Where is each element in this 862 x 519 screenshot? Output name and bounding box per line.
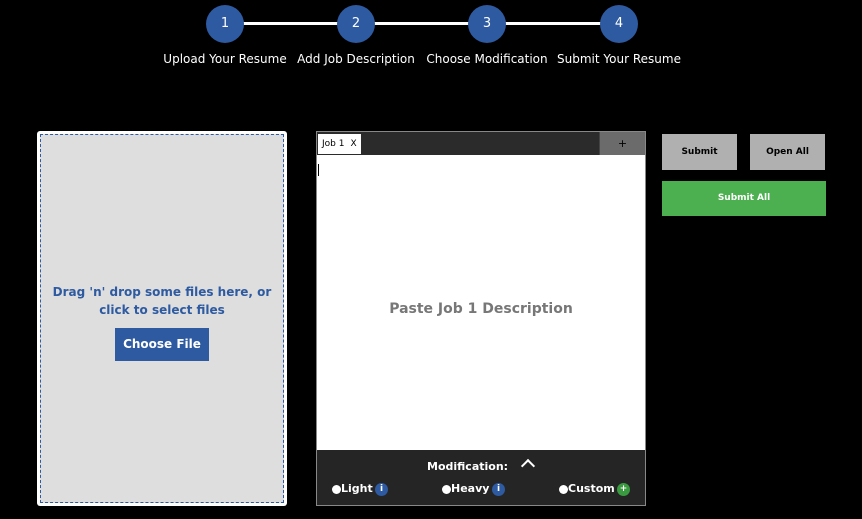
step-circle-2: 2 (337, 5, 375, 43)
file-dropzone[interactable]: Drag 'n' drop some files here, or click … (40, 134, 284, 503)
text-cursor (318, 164, 319, 176)
job-description-textarea-placeholder[interactable]: Paste Job 1 Description (317, 298, 645, 320)
step-label-2: Add Job Description (297, 52, 415, 66)
close-tab-button[interactable]: X (350, 139, 356, 149)
step-label-4: Submit Your Resume (557, 52, 681, 66)
radio-label-light[interactable]: Light (341, 482, 373, 495)
open-all-button[interactable]: Open All (750, 134, 825, 170)
step-circle-3: 3 (468, 5, 506, 43)
plus-icon[interactable]: + (617, 483, 630, 496)
radio-label-heavy[interactable]: Heavy (451, 482, 489, 495)
radio-light[interactable] (332, 485, 341, 494)
step-label-1: Upload Your Resume (163, 52, 287, 66)
job-description-panel: Job 1 X + Paste Job 1 Description Modific… (316, 131, 646, 506)
submit-button[interactable]: Submit (662, 134, 737, 170)
info-icon[interactable]: i (492, 483, 505, 496)
tab-job-1[interactable]: Job 1 X (318, 134, 361, 154)
progress-stepper: 1 2 3 4 Upload Your Resume Add Job Descr… (0, 0, 862, 80)
modification-title: Modification: (427, 460, 509, 473)
add-job-tab-button[interactable]: + (599, 132, 645, 155)
dropzone-instructions: Drag 'n' drop some files here, or click … (52, 285, 272, 317)
step-circle-1: 1 (206, 5, 244, 43)
stepper-connector (225, 22, 618, 25)
radio-heavy[interactable] (442, 485, 451, 494)
submit-all-button[interactable]: Submit All (662, 181, 826, 216)
tab-label: Job 1 (322, 139, 345, 149)
step-label-3: Choose Modification (426, 52, 548, 66)
resume-upload-panel: Drag 'n' drop some files here, or click … (37, 131, 287, 506)
info-icon[interactable]: i (375, 483, 388, 496)
modification-bar: Modification: Light i Heavy i Custom + (317, 450, 645, 505)
job-tab-bar: Job 1 X + (317, 132, 645, 155)
chevron-up-icon[interactable] (520, 458, 536, 474)
step-circle-4: 4 (600, 5, 638, 43)
choose-file-button[interactable]: Choose File (115, 328, 209, 361)
radio-custom[interactable] (559, 485, 568, 494)
radio-label-custom[interactable]: Custom (568, 482, 615, 495)
